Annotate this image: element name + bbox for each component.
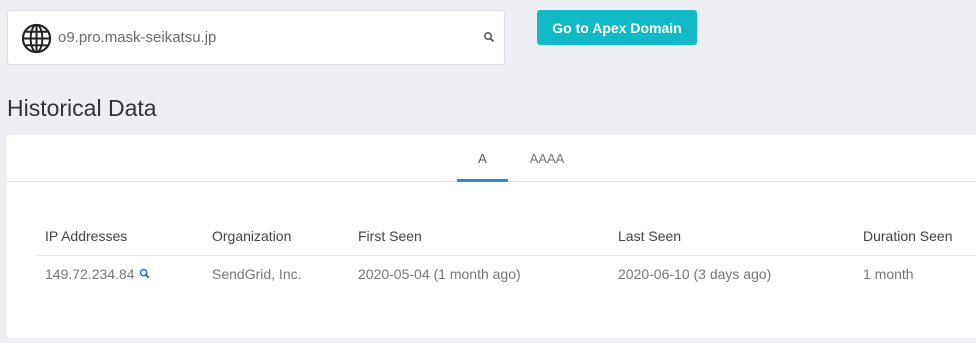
ip-address-cell: 149.72.234.84 <box>45 266 150 282</box>
domain-search-input[interactable]: o9.pro.mask-seikatsu.jp <box>58 29 216 46</box>
go-to-apex-domain-button[interactable]: Go to Apex Domain <box>537 10 697 45</box>
column-header-first-seen: First Seen <box>358 228 422 244</box>
tab-aaaa[interactable]: AAAA <box>522 135 572 181</box>
record-type-tabs: A AAAA <box>7 135 976 182</box>
column-header-last-seen: Last Seen <box>618 228 682 244</box>
section-title: Historical Data <box>7 95 157 121</box>
organization-cell: SendGrid, Inc. <box>212 266 302 282</box>
duration-seen-cell: 1 month <box>863 266 914 282</box>
table-header-divider <box>37 255 976 256</box>
column-header-ip-addresses: IP Addresses <box>45 228 128 244</box>
column-header-duration-seen: Duration Seen <box>863 228 953 244</box>
domain-search-box[interactable]: o9.pro.mask-seikatsu.jp <box>7 10 505 65</box>
column-header-organization: Organization <box>212 228 292 244</box>
ip-address-link[interactable]: 149.72.234.84 <box>45 266 135 282</box>
ip-lookup-search-icon[interactable] <box>139 268 150 279</box>
first-seen-cell: 2020-05-04 (1 month ago) <box>358 266 521 282</box>
historical-data-panel: A AAAA IP Addresses Organization First S… <box>7 135 976 338</box>
search-icon[interactable] <box>483 31 495 43</box>
globe-icon <box>21 23 52 54</box>
tab-a[interactable]: A <box>457 135 508 182</box>
last-seen-cell: 2020-06-10 (3 days ago) <box>618 266 772 282</box>
